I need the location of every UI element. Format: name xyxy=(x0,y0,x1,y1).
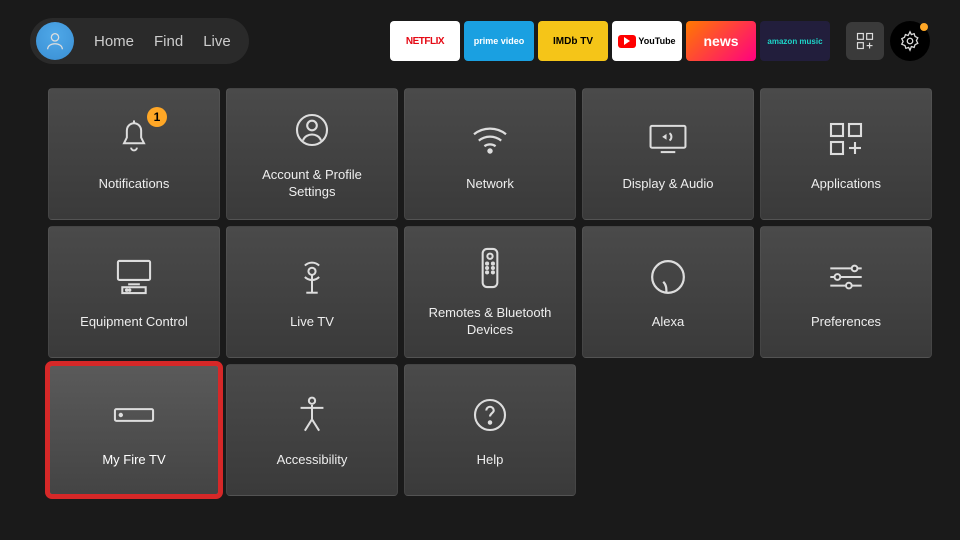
antenna-icon xyxy=(294,257,330,297)
tile-alexa[interactable]: Alexa xyxy=(582,226,754,358)
tile-live-tv[interactable]: Live TV xyxy=(226,226,398,358)
settings-grid: 1 Notifications Account & Profile Settin… xyxy=(0,74,960,496)
tile-display-audio[interactable]: Display & Audio xyxy=(582,88,754,220)
tile-my-fire-tv[interactable]: My Fire TV xyxy=(48,364,220,496)
app-shortcuts: NETFLIX prime video IMDb TV YouTube news… xyxy=(390,21,830,61)
nav-home[interactable]: Home xyxy=(94,33,134,50)
tile-accessibility[interactable]: Accessibility xyxy=(226,364,398,496)
tile-label: Account & Profile Settings xyxy=(227,167,397,201)
tile-remotes-bluetooth[interactable]: Remotes & Bluetooth Devices xyxy=(404,226,576,358)
profile-avatar[interactable] xyxy=(36,22,74,60)
app-prime-video[interactable]: prime video xyxy=(464,21,534,61)
sliders-icon xyxy=(826,261,866,293)
device-icon xyxy=(112,405,156,425)
nav-find[interactable]: Find xyxy=(154,33,183,50)
app-youtube[interactable]: YouTube xyxy=(612,21,682,61)
topbar: Home Find Live NETFLIX prime video IMDb … xyxy=(0,0,960,74)
notification-badge: 1 xyxy=(147,107,167,127)
equipment-icon xyxy=(113,258,155,296)
app-amazon-music[interactable]: amazon music xyxy=(760,21,830,61)
tile-label: My Fire TV xyxy=(92,452,175,469)
tile-label: Remotes & Bluetooth Devices xyxy=(405,305,575,339)
tile-label: Applications xyxy=(801,176,891,193)
app-news[interactable]: news xyxy=(686,21,756,61)
tile-label: Display & Audio xyxy=(612,176,723,193)
tile-label: Live TV xyxy=(280,314,344,331)
nav-live[interactable]: Live xyxy=(203,33,231,50)
tile-label: Help xyxy=(467,452,514,469)
app-netflix[interactable]: NETFLIX xyxy=(390,21,460,61)
tile-label: Equipment Control xyxy=(70,314,198,331)
tile-applications[interactable]: Applications xyxy=(760,88,932,220)
tile-label: Network xyxy=(456,176,524,193)
wifi-icon xyxy=(470,123,510,155)
settings-button[interactable] xyxy=(890,21,930,61)
tile-equipment-control[interactable]: Equipment Control xyxy=(48,226,220,358)
gear-icon xyxy=(899,30,921,52)
accessibility-icon xyxy=(294,395,330,435)
tile-notifications[interactable]: 1 Notifications xyxy=(48,88,220,220)
tile-account-profile[interactable]: Account & Profile Settings xyxy=(226,88,398,220)
app-imdb-tv[interactable]: IMDb TV xyxy=(538,21,608,61)
apps-icon xyxy=(828,121,864,157)
help-icon xyxy=(472,397,508,433)
notification-dot xyxy=(920,23,928,31)
tile-help[interactable]: Help xyxy=(404,364,576,496)
remote-icon xyxy=(478,246,502,290)
tile-label: Alexa xyxy=(642,314,695,331)
user-icon xyxy=(44,30,66,52)
tile-label: Accessibility xyxy=(267,452,358,469)
tile-network[interactable]: Network xyxy=(404,88,576,220)
top-action-icons xyxy=(846,21,930,61)
profile-nav-pill: Home Find Live xyxy=(30,18,249,64)
tile-label: Notifications xyxy=(89,176,180,193)
tile-label: Preferences xyxy=(801,314,891,331)
apps-grid-button[interactable] xyxy=(846,22,884,60)
tile-preferences[interactable]: Preferences xyxy=(760,226,932,358)
user-circle-icon xyxy=(294,112,330,148)
apps-grid-icon xyxy=(855,31,875,51)
alexa-icon xyxy=(649,258,687,296)
bell-icon xyxy=(116,119,152,159)
tv-audio-icon xyxy=(647,123,689,155)
